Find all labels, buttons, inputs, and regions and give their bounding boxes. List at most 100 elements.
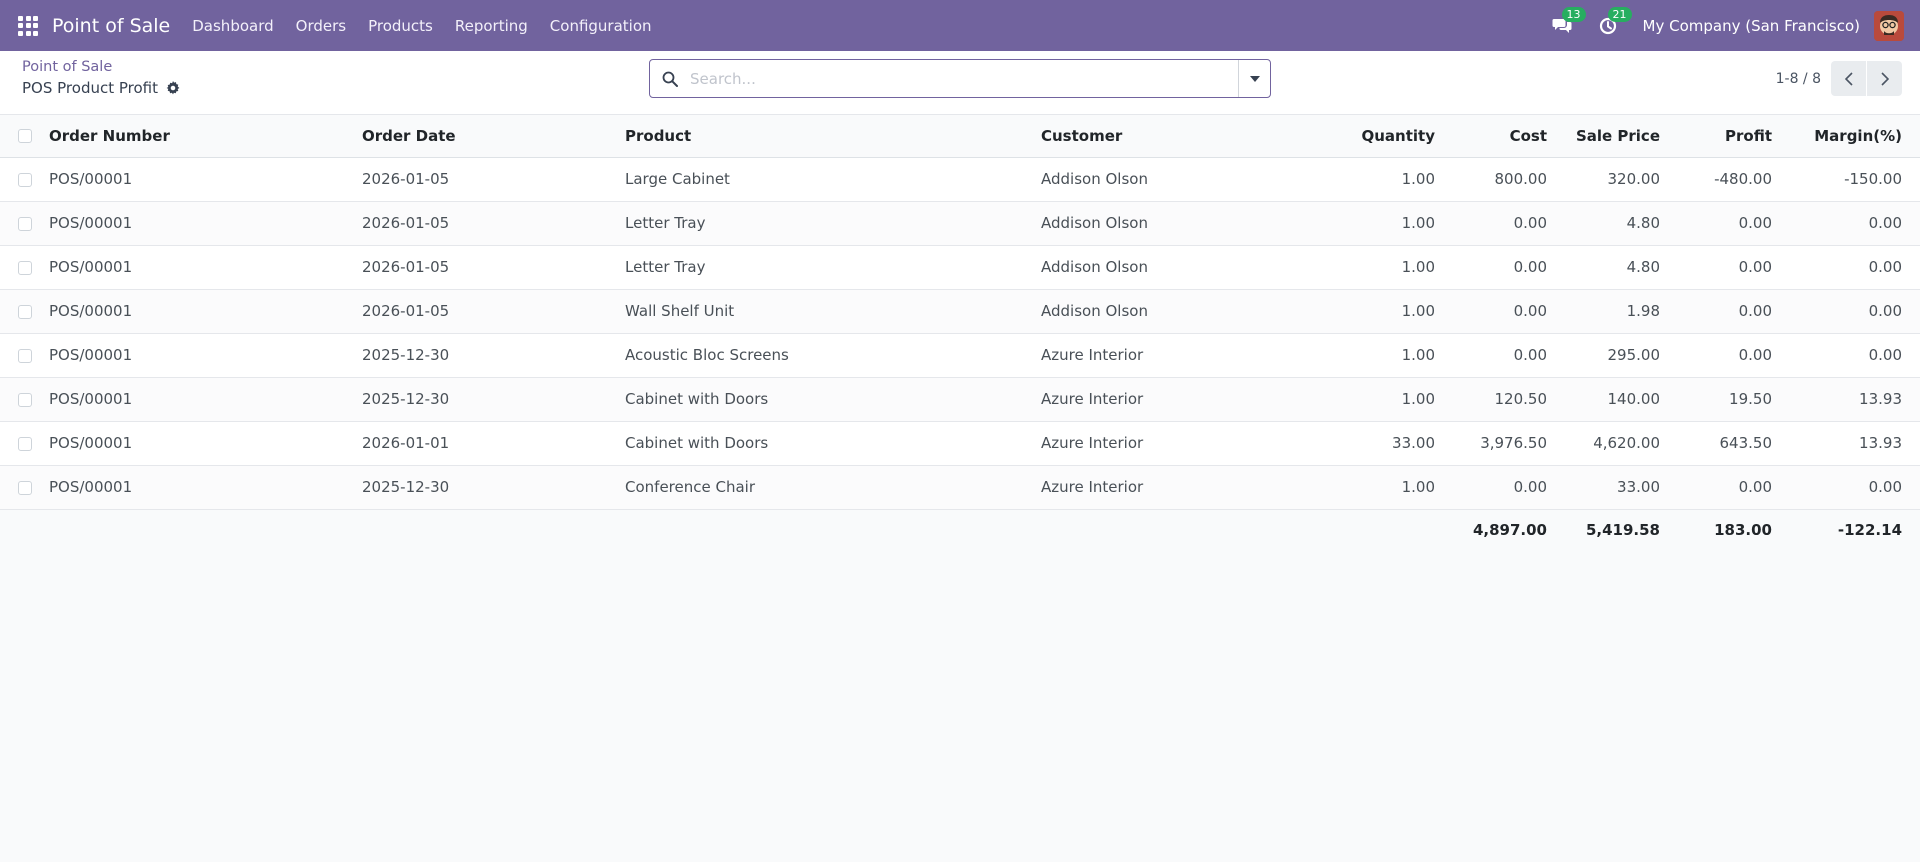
app-title[interactable]: Point of Sale — [52, 15, 170, 37]
cell-order-number[interactable]: POS/00001 — [41, 421, 354, 465]
gear-icon[interactable] — [166, 81, 180, 95]
row-checkbox[interactable] — [18, 392, 32, 407]
col-order-number[interactable]: Order Number — [41, 115, 354, 158]
cell-margin[interactable]: 0.00 — [1790, 245, 1920, 289]
cell-margin[interactable]: 13.93 — [1790, 377, 1920, 421]
cell-profit[interactable]: 0.00 — [1678, 333, 1790, 377]
cell-margin[interactable]: 0.00 — [1790, 289, 1920, 333]
cell-sale-price[interactable]: 320.00 — [1565, 157, 1678, 201]
cell-cost[interactable]: 0.00 — [1453, 245, 1565, 289]
cell-order-number[interactable]: POS/00001 — [41, 333, 354, 377]
cell-order-number[interactable]: POS/00001 — [41, 157, 354, 201]
table-row[interactable]: POS/00001 2025-12-30 Cabinet with Doors Azu… — [0, 377, 1920, 421]
menu-orders[interactable]: Orders — [296, 17, 346, 35]
cell-order-date[interactable]: 2026-01-01 — [354, 421, 617, 465]
cell-quantity[interactable]: 1.00 — [1293, 201, 1453, 245]
cell-customer[interactable]: Azure Interior — [1033, 333, 1293, 377]
cell-customer[interactable]: Azure Interior — [1033, 465, 1293, 509]
col-sale-price[interactable]: Sale Price — [1565, 115, 1678, 158]
cell-customer[interactable]: Azure Interior — [1033, 421, 1293, 465]
cell-margin[interactable]: 0.00 — [1790, 465, 1920, 509]
row-checkbox[interactable] — [18, 348, 32, 363]
cell-product[interactable]: Letter Tray — [617, 245, 1033, 289]
pager-next-button[interactable] — [1867, 61, 1902, 96]
cell-product[interactable]: Cabinet with Doors — [617, 377, 1033, 421]
cell-margin[interactable]: 13.93 — [1790, 421, 1920, 465]
cell-quantity[interactable]: 1.00 — [1293, 377, 1453, 421]
cell-sale-price[interactable]: 4,620.00 — [1565, 421, 1678, 465]
pager-previous-button[interactable] — [1831, 61, 1866, 96]
pager-value[interactable]: 1-8 / 8 — [1776, 71, 1821, 87]
cell-cost[interactable]: 3,976.50 — [1453, 421, 1565, 465]
cell-sale-price[interactable]: 1.98 — [1565, 289, 1678, 333]
col-cost[interactable]: Cost — [1453, 115, 1565, 158]
cell-product[interactable]: Wall Shelf Unit — [617, 289, 1033, 333]
col-quantity[interactable]: Quantity — [1293, 115, 1453, 158]
row-checkbox[interactable] — [18, 304, 32, 319]
cell-customer[interactable]: Addison Olson — [1033, 201, 1293, 245]
cell-order-date[interactable]: 2026-01-05 — [354, 289, 617, 333]
cell-sale-price[interactable]: 33.00 — [1565, 465, 1678, 509]
cell-order-number[interactable]: POS/00001 — [41, 289, 354, 333]
cell-product[interactable]: Acoustic Bloc Screens — [617, 333, 1033, 377]
cell-order-date[interactable]: 2026-01-05 — [354, 157, 617, 201]
row-checkbox[interactable] — [18, 260, 32, 275]
menu-configuration[interactable]: Configuration — [550, 17, 652, 35]
select-all-checkbox[interactable] — [18, 129, 32, 144]
cell-customer[interactable]: Addison Olson — [1033, 157, 1293, 201]
cell-quantity[interactable]: 1.00 — [1293, 157, 1453, 201]
cell-profit[interactable]: 643.50 — [1678, 421, 1790, 465]
cell-cost[interactable]: 0.00 — [1453, 333, 1565, 377]
col-profit[interactable]: Profit — [1678, 115, 1790, 158]
cell-margin[interactable]: 0.00 — [1790, 201, 1920, 245]
cell-sale-price[interactable]: 140.00 — [1565, 377, 1678, 421]
table-row[interactable]: POS/00001 2026-01-05 Wall Shelf Unit Addiso… — [0, 289, 1920, 333]
cell-profit[interactable]: 0.00 — [1678, 201, 1790, 245]
cell-cost[interactable]: 0.00 — [1453, 289, 1565, 333]
col-customer[interactable]: Customer — [1033, 115, 1293, 158]
cell-customer[interactable]: Azure Interior — [1033, 377, 1293, 421]
col-margin[interactable]: Margin(%) — [1790, 115, 1920, 158]
cell-profit[interactable]: 0.00 — [1678, 245, 1790, 289]
table-row[interactable]: POS/00001 2025-12-30 Conference Chair Azure… — [0, 465, 1920, 509]
col-order-date[interactable]: Order Date — [354, 115, 617, 158]
cell-order-date[interactable]: 2025-12-30 — [354, 333, 617, 377]
menu-products[interactable]: Products — [368, 17, 433, 35]
cell-margin[interactable]: 0.00 — [1790, 333, 1920, 377]
row-checkbox[interactable] — [18, 172, 32, 187]
menu-dashboard[interactable]: Dashboard — [192, 17, 273, 35]
search-options-toggle[interactable] — [1238, 60, 1270, 97]
cell-cost[interactable]: 120.50 — [1453, 377, 1565, 421]
cell-product[interactable]: Cabinet with Doors — [617, 421, 1033, 465]
cell-sale-price[interactable]: 4.80 — [1565, 201, 1678, 245]
menu-reporting[interactable]: Reporting — [455, 17, 528, 35]
cell-order-date[interactable]: 2026-01-05 — [354, 201, 617, 245]
cell-product[interactable]: Large Cabinet — [617, 157, 1033, 201]
table-row[interactable]: POS/00001 2026-01-05 Letter Tray Addison Ol… — [0, 245, 1920, 289]
cell-quantity[interactable]: 1.00 — [1293, 465, 1453, 509]
row-checkbox[interactable] — [18, 216, 32, 231]
messages-button[interactable]: 13 — [1551, 6, 1586, 37]
table-row[interactable]: POS/00001 2025-12-30 Acoustic Bloc Screens… — [0, 333, 1920, 377]
cell-order-number[interactable]: POS/00001 — [41, 201, 354, 245]
cell-quantity[interactable]: 33.00 — [1293, 421, 1453, 465]
cell-order-date[interactable]: 2025-12-30 — [354, 465, 617, 509]
cell-quantity[interactable]: 1.00 — [1293, 333, 1453, 377]
cell-order-date[interactable]: 2025-12-30 — [354, 377, 617, 421]
cell-quantity[interactable]: 1.00 — [1293, 289, 1453, 333]
activities-button[interactable]: 21 — [1597, 6, 1632, 37]
cell-order-date[interactable]: 2026-01-05 — [354, 245, 617, 289]
cell-customer[interactable]: Addison Olson — [1033, 289, 1293, 333]
cell-cost[interactable]: 800.00 — [1453, 157, 1565, 201]
cell-order-number[interactable]: POS/00001 — [41, 377, 354, 421]
cell-profit[interactable]: 19.50 — [1678, 377, 1790, 421]
table-row[interactable]: POS/00001 2026-01-05 Letter Tray Addison Ol… — [0, 201, 1920, 245]
cell-sale-price[interactable]: 295.00 — [1565, 333, 1678, 377]
cell-customer[interactable]: Addison Olson — [1033, 245, 1293, 289]
cell-profit[interactable]: 0.00 — [1678, 465, 1790, 509]
search-input[interactable] — [690, 60, 1238, 97]
table-row[interactable]: POS/00001 2026-01-01 Cabinet with Doors Azu… — [0, 421, 1920, 465]
cell-product[interactable]: Letter Tray — [617, 201, 1033, 245]
row-checkbox[interactable] — [18, 480, 32, 495]
cell-margin[interactable]: -150.00 — [1790, 157, 1920, 201]
